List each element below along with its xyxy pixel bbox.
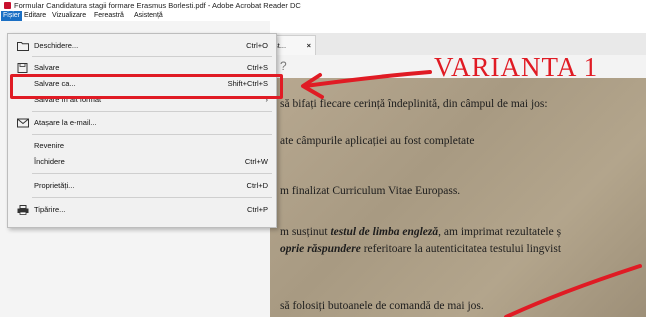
arrow-to-save-as bbox=[303, 70, 432, 88]
annotation-label: VARIANTA 1 bbox=[434, 52, 599, 82]
lower-arrow-stroke bbox=[504, 264, 642, 317]
annotation-arrows bbox=[301, 70, 642, 317]
